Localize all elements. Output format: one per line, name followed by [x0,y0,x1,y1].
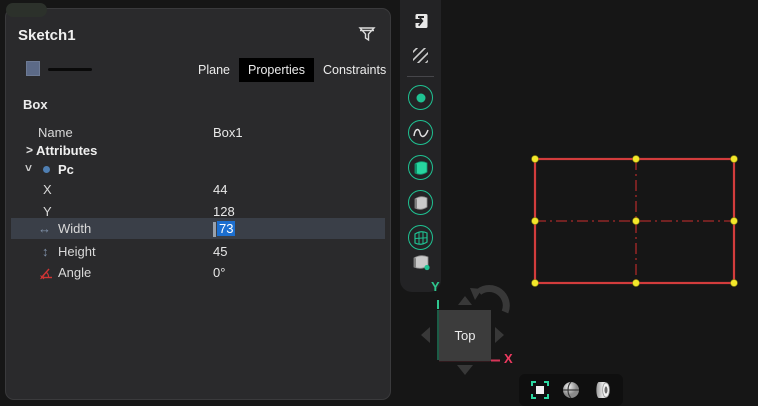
prop-row-angle[interactable]: Angle 0° [11,262,385,283]
chevron-right-icon[interactable] [26,143,33,157]
width-value-editor[interactable]: 73 [213,221,235,237]
prop-label: Height [58,244,96,259]
sphere-view-icon[interactable] [560,379,582,401]
surface-filled-tool-icon[interactable] [400,155,441,180]
toolbar-divider [407,76,434,77]
chevron-down-icon[interactable] [22,164,36,171]
side-toolbar [400,0,441,292]
sketch-points [532,156,738,287]
rotate-view-arrow-icon [479,289,506,312]
prop-label: Width [58,221,91,236]
horizontal-arrow-icon [38,221,51,236]
angle-icon [39,266,53,280]
exit-sketch-icon[interactable] [400,12,441,30]
prop-value[interactable]: 45 [213,244,227,259]
y-axis-label[interactable]: Y [431,279,440,294]
viewport-bottom-bar [519,374,623,406]
prop-value[interactable]: 0° [213,265,225,280]
prop-value[interactable]: Box1 [213,125,243,140]
x-axis-label[interactable]: X [504,351,513,366]
prop-label: Name [38,125,73,140]
orbit-up-arrow-icon[interactable] [458,296,472,305]
orbit-down-arrow-icon[interactable] [457,365,473,375]
prop-row-pc[interactable]: Pc [11,159,385,180]
surface-gray-tool-icon[interactable] [400,190,441,215]
prop-label: Y [43,204,52,219]
prop-row-x[interactable]: X 44 [11,179,385,200]
view-cube-top-face[interactable]: Top [439,310,491,361]
text-caret [213,222,216,237]
prop-label: Pc [58,162,74,177]
prop-row-width[interactable]: Width 73 [11,218,385,239]
prop-row-attributes[interactable]: Attributes [11,140,385,161]
point-tool-icon[interactable] [400,85,441,110]
prop-value[interactable]: 128 [213,204,235,219]
prop-label: Attributes [36,143,97,158]
camera-lens-icon[interactable] [592,379,614,401]
collapsed-tab[interactable] [6,3,47,17]
blue-dot-icon [43,166,50,173]
view-cube-label: Top [455,328,476,343]
zoom-fit-icon[interactable] [529,379,551,401]
prop-label: X [43,182,52,197]
prop-label: Angle [58,265,91,280]
app-window: Sketch1 Plane Properties Constraints Box… [0,0,758,406]
prop-row-height[interactable]: Height 45 [11,241,385,262]
spline-tool-icon[interactable] [400,120,441,145]
vertical-arrow-icon [42,244,49,259]
selected-value[interactable]: 73 [217,221,235,236]
hatch-region-icon[interactable] [400,47,441,64]
property-rows: Name Box1 Attributes Pc X 44 Y 128 [6,9,390,399]
orbit-left-arrow-icon[interactable] [421,327,430,343]
orbit-right-arrow-icon[interactable] [495,327,504,343]
sketch-properties-panel: Sketch1 Plane Properties Constraints Box… [5,8,391,400]
surface-point-tool-icon[interactable] [400,253,441,272]
sketch-rectangle [535,159,734,283]
surface-grid-tool-icon[interactable] [400,225,441,250]
prop-value[interactable]: 44 [213,182,227,197]
